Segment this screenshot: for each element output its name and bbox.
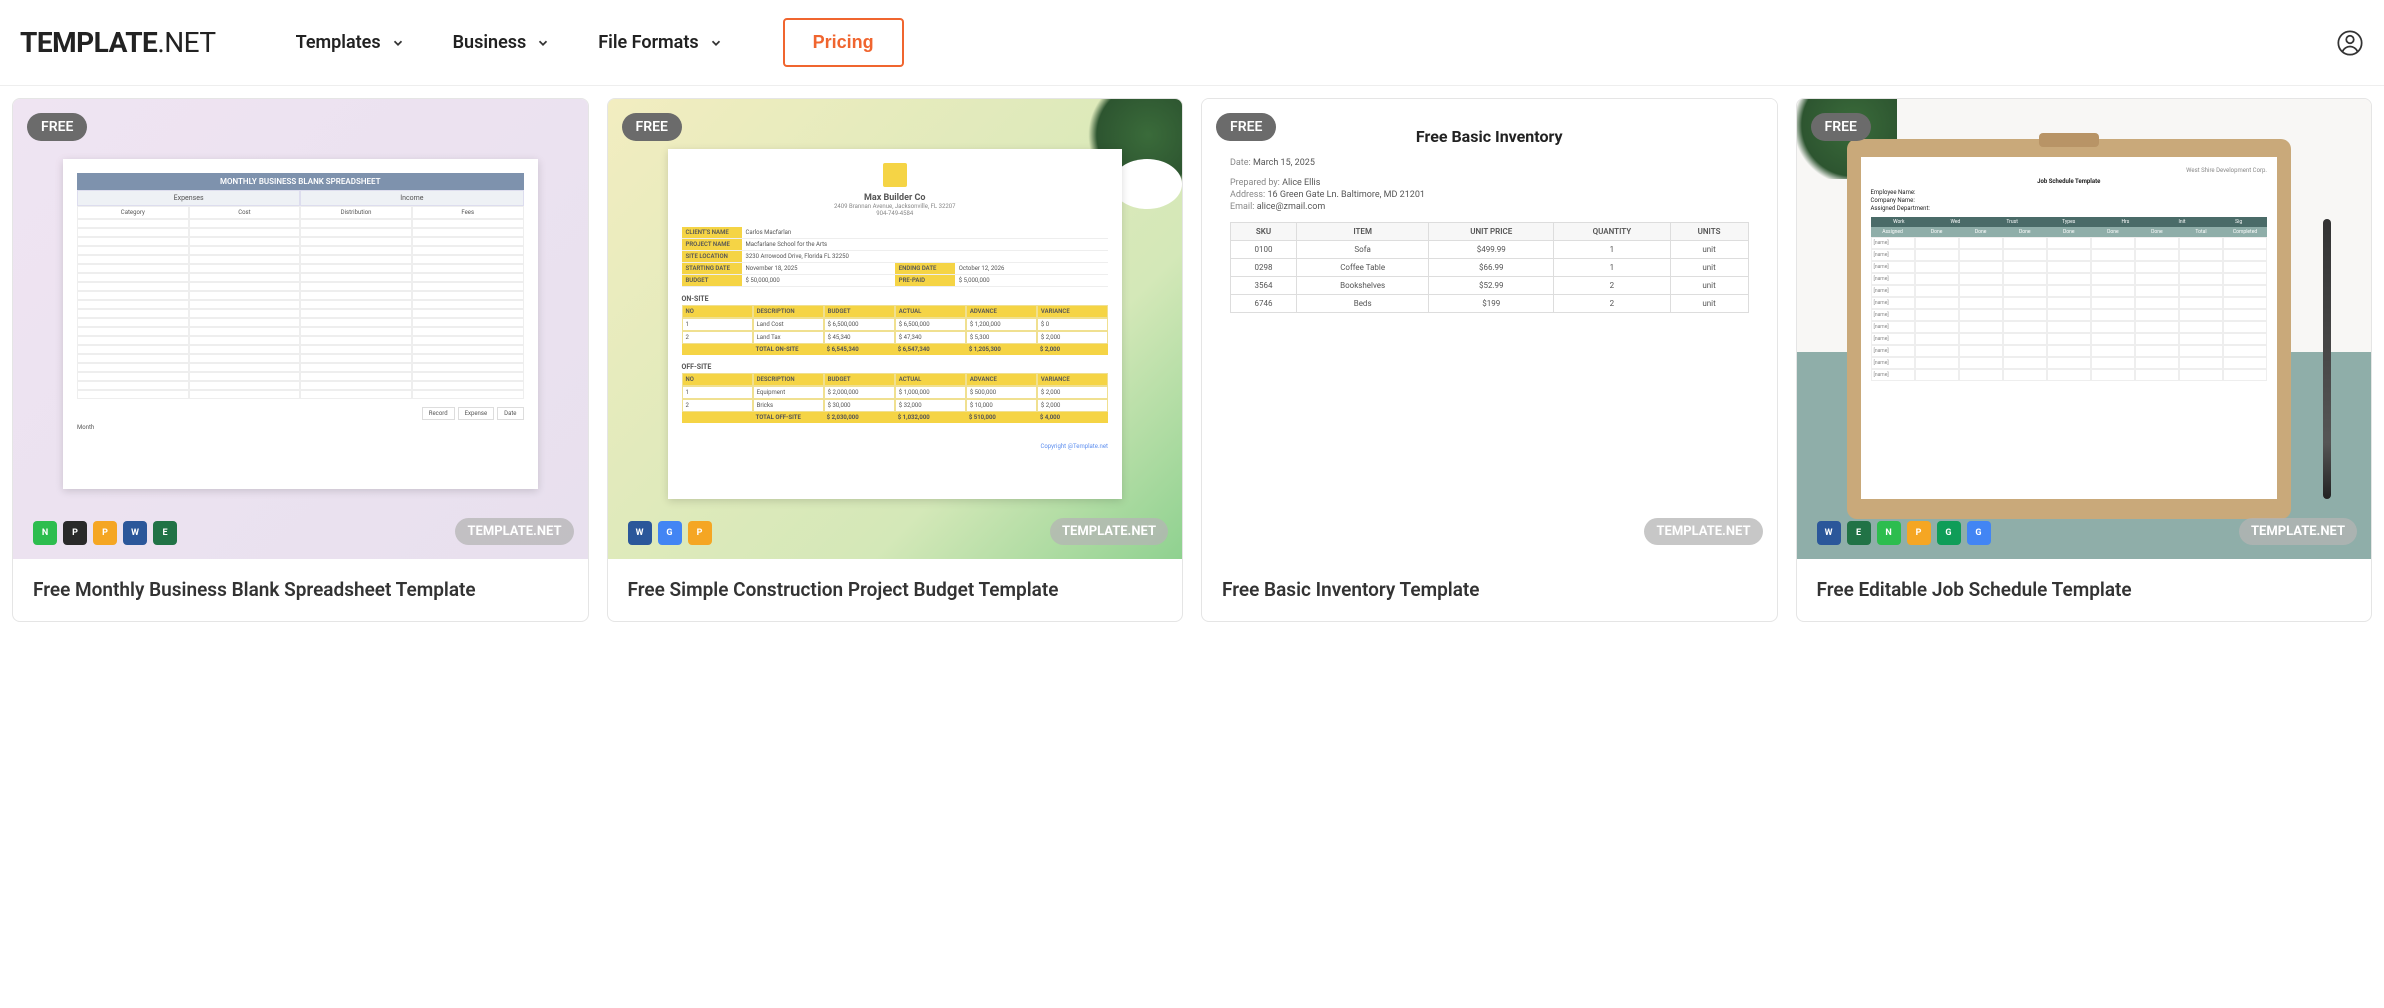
- free-badge: FREE: [27, 113, 87, 141]
- nav-templates[interactable]: Templates: [296, 32, 405, 53]
- word-icon: W: [1817, 521, 1841, 545]
- doc-heading: MONTHLY BUSINESS BLANK SPREADSHEET: [77, 173, 524, 190]
- pricing-button[interactable]: Pricing: [783, 18, 904, 67]
- watermark: TEMPLATE.NET: [455, 518, 573, 545]
- clipboard: West Shire Development Corp. Job Schedul…: [1847, 139, 2292, 519]
- chevron-down-icon: [536, 36, 550, 50]
- numbers-icon: N: [1877, 521, 1901, 545]
- gsheets-icon: G: [1937, 521, 1961, 545]
- preview-document: West Shire Development Corp. Job Schedul…: [1861, 157, 2278, 499]
- nav-file-formats[interactable]: File Formats: [598, 32, 722, 53]
- pages-icon: P: [93, 521, 117, 545]
- word-icon: W: [123, 521, 147, 545]
- format-icons: WENPGG: [1817, 521, 1991, 545]
- template-preview: FREE MONTHLY BUSINESS BLANK SPREADSHEET …: [13, 99, 588, 559]
- excel-icon: E: [153, 521, 177, 545]
- template-title: Free Editable Job Schedule Template: [1797, 559, 2372, 621]
- format-icons: NPPWE: [33, 521, 177, 545]
- gdocs-icon: G: [1967, 521, 1991, 545]
- free-badge: FREE: [1216, 113, 1276, 141]
- header: TEMPLATE.NET Templates Business File For…: [0, 0, 2384, 86]
- word-icon: W: [628, 521, 652, 545]
- template-title: Free Basic Inventory Template: [1202, 559, 1777, 621]
- template-preview: FREE Max Builder Co 2409 Brannan Avenue,…: [608, 99, 1183, 559]
- excel-icon: E: [1847, 521, 1871, 545]
- template-card[interactable]: FREE Max Builder Co 2409 Brannan Avenue,…: [607, 98, 1184, 622]
- nav: Templates Business File Formats Pricing: [296, 18, 904, 67]
- nav-label: Templates: [296, 32, 381, 53]
- gdocs-icon: G: [658, 521, 682, 545]
- logo-main: TEMPLATE: [20, 26, 157, 59]
- template-title: Free Simple Construction Project Budget …: [608, 559, 1183, 621]
- template-preview: FREE Free Basic Inventory Date: March 15…: [1202, 99, 1777, 559]
- template-card[interactable]: FREE MONTHLY BUSINESS BLANK SPREADSHEET …: [12, 98, 589, 622]
- nav-label: Business: [453, 32, 527, 53]
- pages-icon: P: [1907, 521, 1931, 545]
- chevron-down-icon: [391, 36, 405, 50]
- nav-label: File Formats: [598, 32, 698, 53]
- template-card[interactable]: FREE Free Basic Inventory Date: March 15…: [1201, 98, 1778, 622]
- preview-document: MONTHLY BUSINESS BLANK SPREADSHEET Expen…: [63, 159, 538, 489]
- pdf-icon: P: [63, 521, 87, 545]
- watermark: TEMPLATE.NET: [2239, 518, 2357, 545]
- logo-suffix: .NET: [157, 26, 215, 59]
- watermark: TEMPLATE.NET: [1050, 518, 1168, 545]
- pages-icon: P: [688, 521, 712, 545]
- watermark: TEMPLATE.NET: [1644, 518, 1762, 545]
- free-badge: FREE: [1811, 113, 1871, 141]
- template-grid: FREE MONTHLY BUSINESS BLANK SPREADSHEET …: [0, 86, 2384, 634]
- pen-decoration: [2323, 219, 2331, 499]
- user-icon[interactable]: [2336, 29, 2364, 57]
- template-card[interactable]: FREE West Shire Development Corp. Job Sc…: [1796, 98, 2373, 622]
- chevron-down-icon: [709, 36, 723, 50]
- template-title: Free Monthly Business Blank Spreadsheet …: [13, 559, 588, 621]
- format-icons: WGP: [628, 521, 712, 545]
- free-badge: FREE: [622, 113, 682, 141]
- template-preview: FREE West Shire Development Corp. Job Sc…: [1797, 99, 2372, 559]
- logo[interactable]: TEMPLATE.NET: [20, 26, 216, 59]
- nav-business[interactable]: Business: [453, 32, 551, 53]
- preview-document: Max Builder Co 2409 Brannan Avenue, Jack…: [668, 149, 1123, 499]
- preview-document: Free Basic Inventory Date: March 15, 202…: [1212, 109, 1767, 549]
- numbers-icon: N: [33, 521, 57, 545]
